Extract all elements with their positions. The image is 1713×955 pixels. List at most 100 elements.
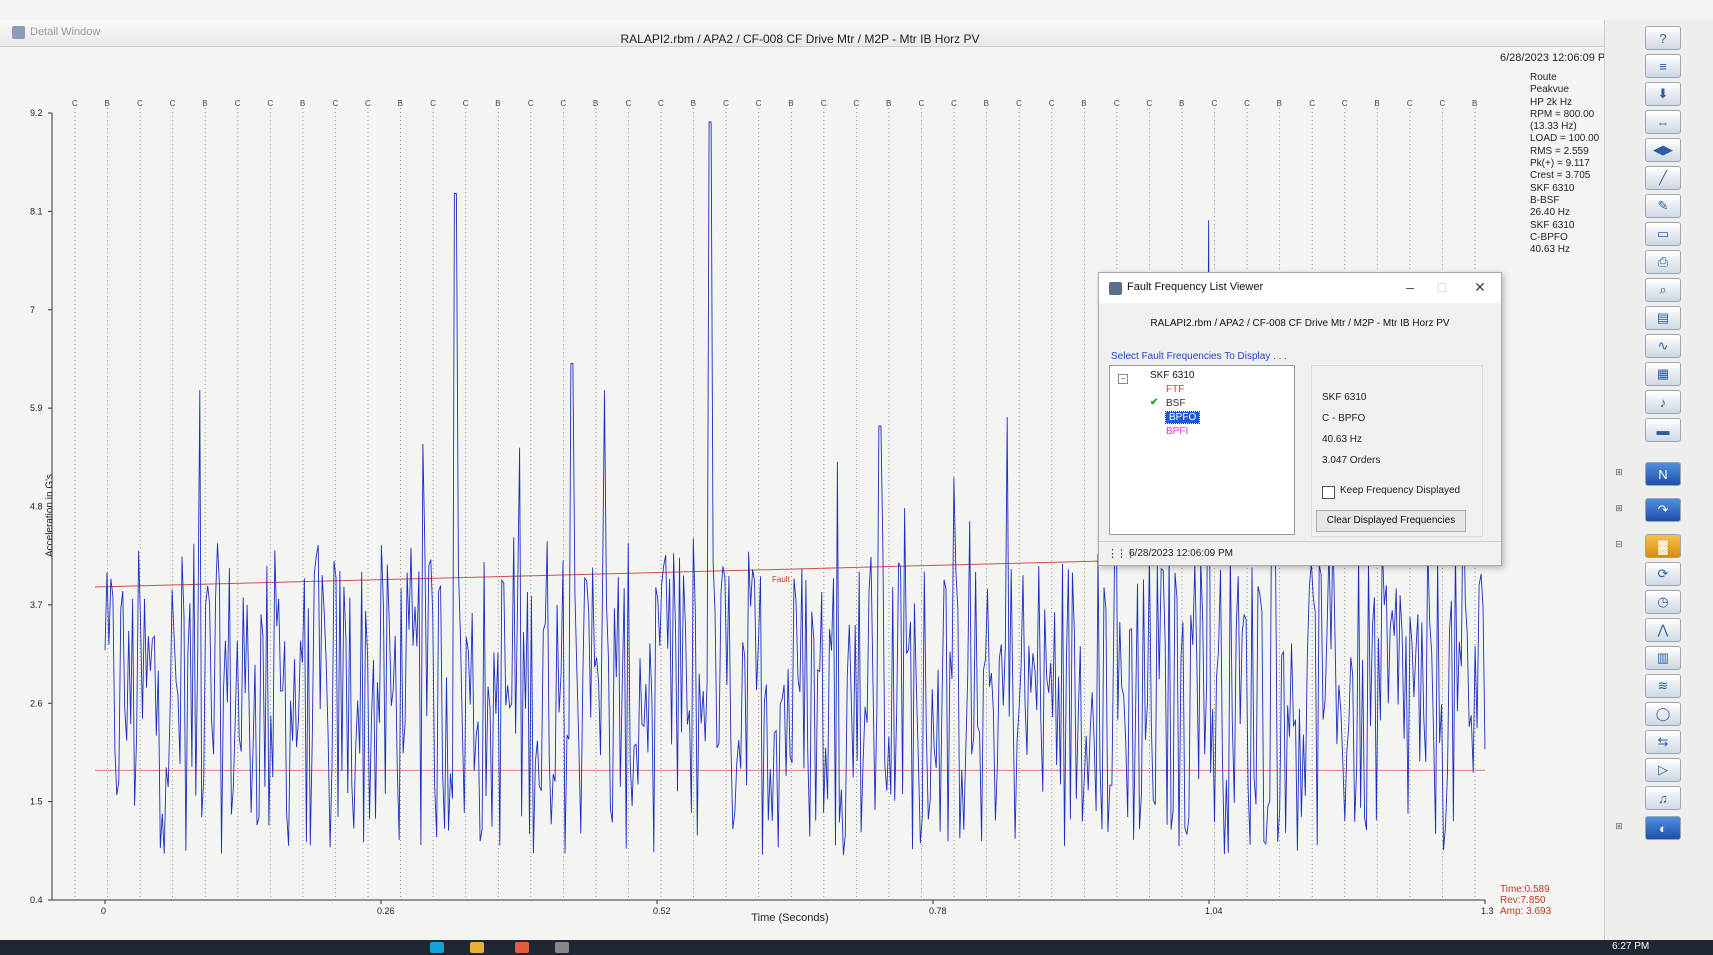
list-icon[interactable]: ≡ <box>1645 54 1681 78</box>
fault-marker-label: B <box>886 99 891 108</box>
fault-marker-label: C <box>560 99 566 108</box>
dialog-path: RALAPI2.rbm / APA2 / CF-008 CF Drive Mtr… <box>1150 318 1450 329</box>
record-icon[interactable]: ▬ <box>1645 418 1681 442</box>
x-tick-label: 0.52 <box>653 906 671 916</box>
fault-marker-label: C <box>235 99 241 108</box>
fault-marker-label: B <box>495 99 500 108</box>
fault-marker-label: C <box>1114 99 1120 108</box>
spectrum-icon[interactable]: ∿ <box>1645 334 1681 358</box>
fault-marker-label: B <box>1277 99 1282 108</box>
y-tick-label: 8.1 <box>30 206 43 216</box>
sync-icon[interactable]: ⇆ <box>1645 730 1681 754</box>
fault-marker-label: B <box>984 99 989 108</box>
maximize-button[interactable]: □ <box>1427 277 1457 297</box>
x-tick-label: 0.26 <box>377 906 395 916</box>
cursor-readout: Time:0.589 Rev:7.850 Amp: 3.693 <box>1500 884 1551 917</box>
fault-marker-label: C <box>528 99 534 108</box>
keep-frequency-checkbox[interactable] <box>1322 486 1335 499</box>
x-tick-label: 1.04 <box>1205 906 1223 916</box>
color-icon[interactable]: ◐ <box>1645 816 1681 840</box>
detail-window: Detail Window RALAPI2.rbm / APA2 / CF-00… <box>0 0 1713 940</box>
waveform-status-icon: ⋮⋮⋮ <box>1107 548 1136 560</box>
x-tick-label: 0.78 <box>929 906 947 916</box>
tree-item-bpfi[interactable]: BPFI <box>1166 426 1188 437</box>
play-icon[interactable]: ▷ <box>1645 758 1681 782</box>
fault-marker-label: B <box>788 99 793 108</box>
window-icon[interactable]: ▭ <box>1645 222 1681 246</box>
erase-icon[interactable]: ✎ <box>1645 194 1681 218</box>
minimize-button[interactable]: – <box>1395 277 1425 297</box>
pan-icon[interactable]: ◀▶ <box>1645 138 1681 162</box>
check-icon: ✔ <box>1150 397 1159 408</box>
print-icon[interactable]: ⎙ <box>1645 250 1681 274</box>
refresh-icon[interactable]: ⟳ <box>1645 562 1681 586</box>
save-icon[interactable]: ▤ <box>1645 306 1681 330</box>
dialog-status-timestamp: 6/28/2023 12:06:09 PM <box>1129 548 1233 559</box>
circle-icon[interactable]: ◯ <box>1645 702 1681 726</box>
y-tick-label: 1.5 <box>30 797 43 807</box>
expand-icon-2[interactable]: ⊞ <box>1613 502 1625 514</box>
timer-icon[interactable]: ◷ <box>1645 590 1681 614</box>
draw-line-icon[interactable]: ╱ <box>1645 166 1681 190</box>
rotate-icon[interactable]: ↷ <box>1645 498 1681 522</box>
waveform-icon[interactable]: ≋ <box>1645 674 1681 698</box>
help-icon[interactable]: ? <box>1645 26 1681 50</box>
fault-marker-label: C <box>625 99 631 108</box>
fault-marker-label: C <box>658 99 664 108</box>
clear-displayed-frequencies-button[interactable]: Clear Displayed Frequencies <box>1316 510 1466 532</box>
dialog-title-bar[interactable]: Fault Frequency List Viewer – □ ✕ <box>1099 273 1501 303</box>
readout-rev: Rev:7.850 <box>1500 895 1546 906</box>
fault-marker-label: C <box>1016 99 1022 108</box>
app-taskbar-icon[interactable] <box>555 942 569 953</box>
browser-icon[interactable] <box>430 942 444 953</box>
sound-icon[interactable]: ♫ <box>1645 786 1681 810</box>
search-icon[interactable]: ⌕ <box>1645 278 1681 302</box>
collapse-icon[interactable]: ⊟ <box>1613 538 1625 550</box>
tree-item-bsf[interactable]: BSF <box>1166 398 1185 409</box>
fault-marker-label: B <box>1472 99 1477 108</box>
y-tick-label: 5.9 <box>30 403 43 413</box>
detail-bearing: SKF 6310 <box>1322 392 1367 403</box>
fault-marker-label: C <box>137 99 143 108</box>
tree-collapse-icon[interactable]: − <box>1118 374 1128 384</box>
expand-icon-3[interactable]: ⊞ <box>1613 820 1625 832</box>
bars-icon[interactable]: ▥ <box>1645 646 1681 670</box>
fault-marker-label: B <box>593 99 598 108</box>
fault-marker-label: C <box>1146 99 1152 108</box>
compare-icon[interactable]: ▦ <box>1645 362 1681 386</box>
folder-icon[interactable] <box>470 942 484 953</box>
fault-marker-label: B <box>691 99 696 108</box>
y-tick-label: 2.6 <box>30 698 43 708</box>
x-tick-label: 1.3 <box>1481 906 1494 916</box>
readout-time: Time:0.589 <box>1500 884 1550 895</box>
waveform-mode-icon[interactable]: N <box>1645 462 1681 486</box>
zoom-in-icon[interactable]: ⬇ <box>1645 82 1681 106</box>
dialog-icon <box>1109 282 1122 295</box>
chrome-icon[interactable] <box>515 942 529 953</box>
orange-tool-icon[interactable]: ▓ <box>1645 534 1681 558</box>
fault-line-label: Fault <box>772 575 790 584</box>
fault-marker-label: C <box>365 99 371 108</box>
x-tick-label: 0 <box>101 906 106 916</box>
fault-marker-label: C <box>1049 99 1055 108</box>
taskbar-clock: 6:27 PM <box>1612 941 1650 952</box>
dialog-status-bar: ⋮⋮⋮ 6/28/2023 12:06:09 PM <box>1099 541 1501 566</box>
tree-root[interactable]: SKF 6310 <box>1150 370 1194 381</box>
fault-freq-icon[interactable]: ♪ <box>1645 390 1681 414</box>
y-tick-label: 4.8 <box>30 502 43 512</box>
select-fault-frequencies-label: Select Fault Frequencies To Display . . … <box>1111 351 1288 362</box>
tree-item-ftf[interactable]: FTF <box>1166 384 1184 395</box>
fault-marker-label: C <box>430 99 436 108</box>
fault-marker-label: B <box>1374 99 1379 108</box>
fault-marker-label: B <box>1179 99 1184 108</box>
zoom-out-icon[interactable]: ⇔ <box>1645 110 1681 134</box>
peak-icon[interactable]: ⋀ <box>1645 618 1681 642</box>
y-tick-label: 0.4 <box>30 895 43 905</box>
tree-item-bpfo[interactable]: BPFO <box>1164 411 1201 424</box>
fault-marker-label: C <box>1439 99 1445 108</box>
close-button[interactable]: ✕ <box>1465 277 1495 297</box>
fault-frequency-tree[interactable]: − SKF 6310 FTF BSF ✔ BPFO BPFI <box>1109 365 1295 535</box>
fault-marker-label: B <box>398 99 403 108</box>
expand-icon[interactable]: ⊞ <box>1613 466 1625 478</box>
fault-marker-label: C <box>951 99 957 108</box>
